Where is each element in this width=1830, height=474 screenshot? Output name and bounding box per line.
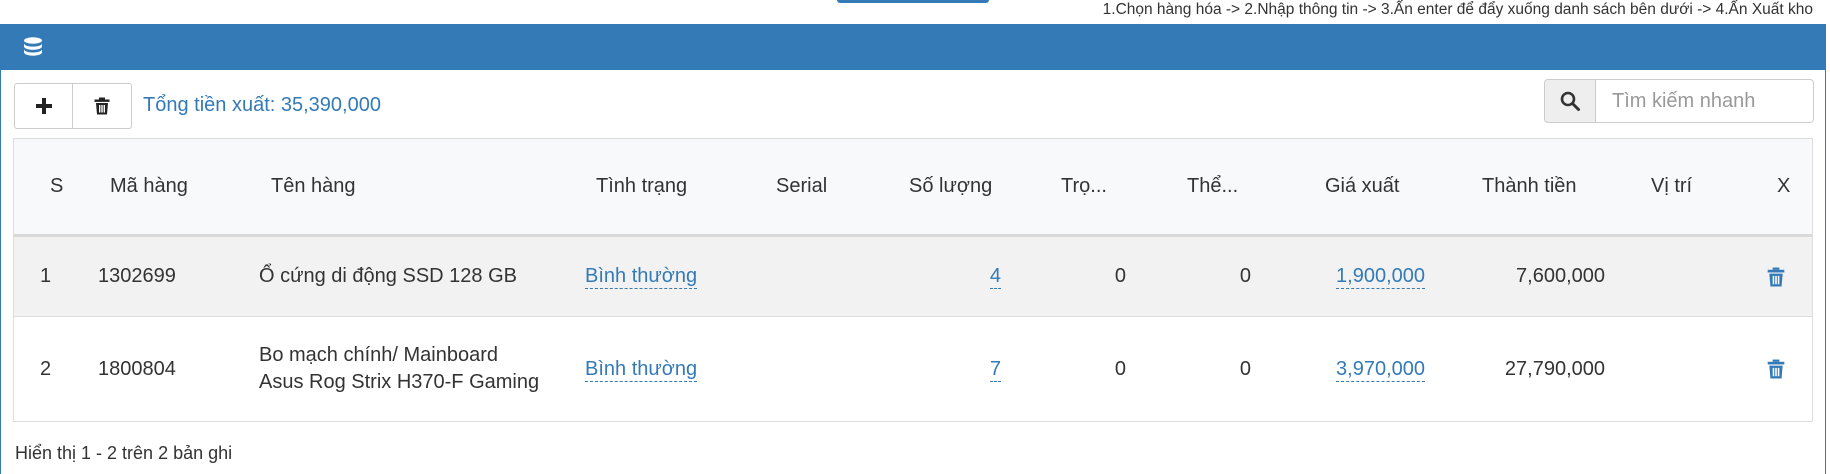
- top-strip: 1.Chọn hàng hóa -> 2.Nhập thông tin -> 3…: [0, 0, 1830, 24]
- status-editable-link[interactable]: Bình thường: [585, 357, 698, 382]
- row-name: Bo mạch chính/ Mainboard Asus Rog Strix …: [259, 317, 559, 421]
- total-export-amount: Tổng tiền xuất: 35,390,000: [143, 94, 381, 116]
- row-name-line2: Asus Rog Strix H370-F Gaming: [259, 371, 540, 393]
- delete-all-button[interactable]: [73, 83, 132, 129]
- trash-icon: [1767, 359, 1785, 379]
- table-row[interactable]: 2 1800804 Bo mạch chính/ Mainboard Asus …: [14, 317, 1812, 421]
- trash-icon: [1767, 267, 1785, 286]
- pagination-info: Hiển thị 1 - 2 trên 2 bản ghi: [15, 443, 233, 463]
- column-header-code[interactable]: Mã hàng: [110, 139, 188, 234]
- row-name-line1: Bo mạch chính/ Mainboard: [259, 344, 499, 366]
- column-header-weight[interactable]: Trọ...: [1061, 139, 1107, 234]
- row-weight: 0: [1114, 357, 1126, 380]
- row-remove: [1767, 237, 1785, 316]
- row-quantity: 4: [914, 237, 1001, 316]
- status-editable-link[interactable]: Bình thường: [585, 264, 698, 289]
- search-input[interactable]: [1596, 79, 1814, 123]
- row-amount: 7,600,000: [1516, 265, 1605, 287]
- database-icon: [24, 37, 42, 56]
- column-header-name[interactable]: Tên hàng: [271, 139, 356, 234]
- row-stt: 2: [40, 357, 52, 380]
- column-header-status[interactable]: Tình trạng: [596, 139, 687, 234]
- export-items-table: S Mã hàng Tên hàng Tình trạng Serial Số …: [13, 138, 1813, 422]
- plus-icon: [35, 98, 52, 114]
- price-editable-link[interactable]: 1,900,000: [1336, 264, 1425, 289]
- row-stt: 1: [40, 265, 52, 287]
- row-price: 1,900,000: [1294, 237, 1425, 316]
- quantity-editable-link[interactable]: 7: [989, 357, 1001, 382]
- trash-icon: [94, 97, 110, 115]
- row-volume: 0: [1239, 265, 1251, 287]
- panel-heading: [1, 24, 1825, 70]
- search-button[interactable]: [1544, 79, 1596, 123]
- row-status: Bình thường: [585, 237, 698, 316]
- row-quantity: 7: [914, 317, 1001, 421]
- column-header-amount[interactable]: Thành tiền: [1482, 139, 1577, 234]
- remove-row-button[interactable]: [1767, 359, 1785, 379]
- row-name-line1: Ổ cứng di động SSD 128 GB: [259, 265, 517, 287]
- row-code: 1800804: [98, 357, 176, 380]
- row-remove: [1767, 317, 1785, 421]
- row-price: 3,970,000: [1294, 317, 1425, 421]
- row-amount: 27,790,000: [1504, 357, 1605, 380]
- row-name: Ổ cứng di động SSD 128 GB: [259, 237, 559, 316]
- column-header-location[interactable]: Vị trí: [1651, 139, 1692, 234]
- column-header-serial[interactable]: Serial: [776, 139, 827, 234]
- toolbar-button-group: [14, 83, 132, 129]
- row-code: 1302699: [98, 265, 176, 287]
- row-weight: 0: [1114, 265, 1126, 287]
- quantity-editable-link[interactable]: 4: [989, 264, 1001, 289]
- search-icon: [1560, 91, 1580, 111]
- add-button[interactable]: [14, 83, 73, 129]
- price-editable-link[interactable]: 3,970,000: [1336, 357, 1425, 382]
- column-header-quantity[interactable]: Số lượng: [909, 139, 992, 234]
- row-status: Bình thường: [585, 317, 698, 421]
- instructions-text: 1.Chọn hàng hóa -> 2.Nhập thông tin -> 3…: [1102, 1, 1813, 18]
- column-header-remove[interactable]: X: [1777, 139, 1790, 234]
- quick-search: [1544, 79, 1814, 123]
- table-row[interactable]: 1 1302699 Ổ cứng di động SSD 128 GB Bình…: [14, 237, 1812, 317]
- table-header: S Mã hàng Tên hàng Tình trạng Serial Số …: [14, 139, 1812, 237]
- row-volume: 0: [1239, 357, 1251, 380]
- remove-row-button[interactable]: [1767, 267, 1785, 287]
- column-header-volume[interactable]: Thể...: [1187, 139, 1238, 234]
- top-action-button[interactable]: [837, 0, 989, 3]
- column-header-stt[interactable]: S: [50, 139, 63, 234]
- column-header-price[interactable]: Giá xuất: [1325, 139, 1399, 234]
